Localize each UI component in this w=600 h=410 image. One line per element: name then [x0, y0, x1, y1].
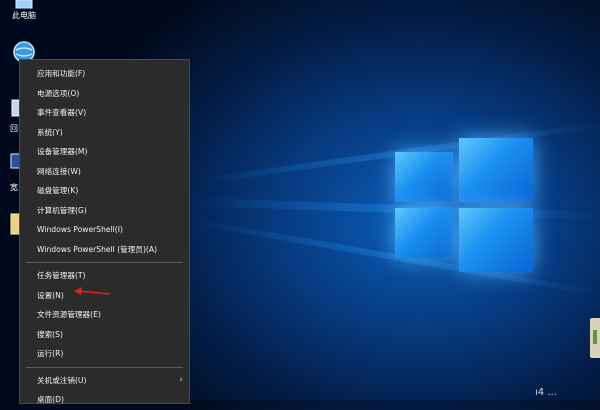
menu-item-label: 关机或注销(U) — [37, 375, 87, 385]
menu-item-device-manager[interactable]: 设备管理器(M) — [20, 142, 189, 162]
menu-item-label: Windows PowerShell(I) — [37, 225, 123, 234]
battery-icon — [593, 330, 597, 344]
desktop-icon-label: 回 — [10, 124, 18, 133]
computer-icon — [15, 0, 33, 9]
menu-group-session: 关机或注销(U) › 桌面(D) — [20, 371, 189, 410]
menu-item-run[interactable]: 运行(R) — [20, 344, 189, 364]
menu-separator — [26, 366, 183, 368]
logo-pane-top-right — [459, 138, 533, 202]
menu-item-apps-features[interactable]: 应用和功能(F) — [20, 64, 189, 84]
menu-item-network-connections[interactable]: 网络连接(W) — [20, 162, 189, 182]
menu-item-file-explorer[interactable]: 文件资源管理器(E) — [20, 305, 189, 325]
logo-pane-bottom-right — [459, 208, 533, 272]
edge-text: ı4 ... — [535, 387, 557, 398]
menu-item-label: 运行(R) — [37, 349, 64, 358]
menu-item-label: 搜索(S) — [37, 329, 63, 339]
menu-group-tools: 应用和功能(F) 电源选项(O) 事件查看器(V) 系统(Y) 设备管理器(M)… — [20, 64, 189, 259]
menu-separator — [26, 262, 183, 263]
menu-item-label: 应用和功能(F) — [37, 69, 86, 78]
chevron-right-icon: › — [179, 374, 183, 385]
menu-item-search[interactable]: 搜索(S) — [20, 325, 189, 345]
menu-item-event-viewer[interactable]: 事件查看器(V) — [20, 103, 189, 123]
menu-item-label: 事件查看器(V) — [37, 108, 87, 117]
menu-item-power-options[interactable]: 电源选项(O) — [20, 84, 189, 104]
menu-item-label: 设备管理器(M) — [37, 147, 88, 156]
menu-item-label: 磁盘管理(K) — [37, 186, 79, 195]
menu-item-task-manager[interactable]: 任务管理器(T) — [20, 266, 189, 286]
menu-item-label: 电源选项(O) — [37, 88, 80, 98]
menu-item-label: 任务管理器(T) — [37, 271, 86, 280]
desktop-icon-this-pc[interactable]: 此电脑 — [10, 0, 38, 21]
logo-pane-top-left — [395, 152, 453, 202]
menu-item-powershell[interactable]: Windows PowerShell(I) — [20, 220, 189, 240]
edge-widget[interactable] — [590, 318, 600, 358]
logo-pane-bottom-left — [395, 208, 453, 258]
winx-context-menu: 应用和功能(F) 电源选项(O) 事件查看器(V) 系统(Y) 设备管理器(M)… — [19, 59, 190, 404]
desktop-icon-label: 此电脑 — [12, 11, 36, 20]
menu-item-label: 计算机管理(G) — [37, 205, 87, 215]
menu-item-label: Windows PowerShell (管理员)(A) — [37, 244, 158, 254]
menu-item-label: 网络连接(W) — [37, 166, 81, 176]
menu-group-common: 任务管理器(T) 设置(N) 文件资源管理器(E) 搜索(S) 运行(R) — [20, 266, 189, 364]
menu-item-label: 设置(N) — [37, 290, 64, 300]
desktop-icon-label: 宽 — [10, 183, 18, 192]
windows-logo — [395, 128, 535, 273]
menu-item-system[interactable]: 系统(Y) — [20, 123, 189, 143]
menu-item-label: 文件资源管理器(E) — [37, 310, 101, 319]
menu-item-shutdown-signout[interactable]: 关机或注销(U) › — [20, 371, 189, 391]
menu-item-powershell-admin[interactable]: Windows PowerShell (管理员)(A) — [20, 240, 189, 260]
menu-item-disk-management[interactable]: 磁盘管理(K) — [20, 181, 189, 201]
annotation-arrow-icon — [74, 287, 111, 295]
menu-item-label: 系统(Y) — [37, 127, 63, 137]
menu-item-computer-management[interactable]: 计算机管理(G) — [20, 201, 189, 221]
